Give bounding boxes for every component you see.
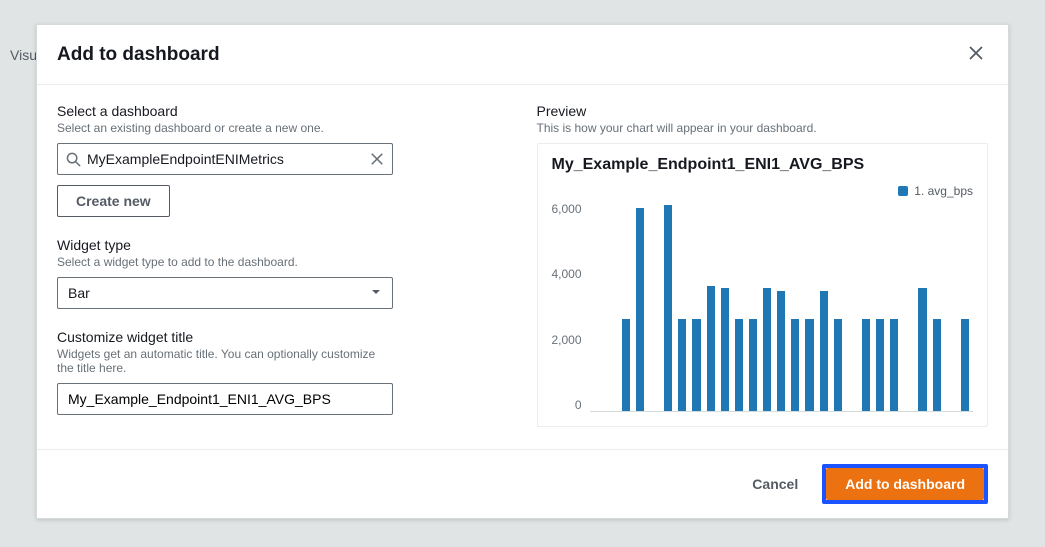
chart-bar (707, 286, 715, 411)
chart-legend: 1. avg_bps (552, 184, 974, 198)
search-icon (66, 152, 81, 167)
chart-bar (692, 319, 700, 411)
chart-bar (933, 319, 941, 411)
legend-swatch (898, 186, 908, 196)
chart-title: My_Example_Endpoint1_ENI1_AVG_BPS (552, 156, 974, 174)
select-dashboard-label: Select a dashboard (57, 103, 393, 119)
modal-title: Add to dashboard (57, 44, 220, 66)
add-to-dashboard-modal: Add to dashboard Select a dashboard Sele… (36, 24, 1009, 519)
preview-panel: My_Example_Endpoint1_ENI1_AVG_BPS 1. avg… (537, 143, 989, 427)
chart-bar (622, 319, 630, 411)
widget-type-value: Bar (68, 285, 370, 301)
preview-label: Preview (537, 103, 989, 119)
chart-bar (735, 319, 743, 411)
chart-bar (918, 288, 926, 411)
chart-bar (834, 319, 842, 411)
chart-bar (820, 291, 828, 411)
create-new-button[interactable]: Create new (57, 185, 170, 217)
widget-type-label: Widget type (57, 237, 393, 253)
y-tick: 0 (575, 398, 582, 412)
primary-highlight: Add to dashboard (822, 464, 988, 504)
chart-bar (763, 288, 771, 411)
chart-bar (961, 319, 969, 411)
widget-title-input[interactable] (57, 383, 393, 415)
chart-bar (636, 208, 644, 411)
chart-bar (721, 288, 729, 411)
modal-footer: Cancel Add to dashboard (37, 449, 1008, 518)
preview-desc: This is how your chart will appear in yo… (537, 121, 989, 135)
backdrop-text: Visu (10, 47, 37, 63)
chart-bar (678, 319, 686, 411)
legend-label: 1. avg_bps (914, 184, 973, 198)
add-to-dashboard-button[interactable]: Add to dashboard (826, 468, 984, 500)
chart-bar (805, 319, 813, 411)
chart-bar (664, 205, 672, 411)
bars-wrap (590, 202, 973, 412)
chart-bar (791, 319, 799, 411)
chart-bars (590, 202, 973, 411)
chart-bar (749, 319, 757, 411)
cancel-button[interactable]: Cancel (742, 470, 808, 498)
widget-type-select[interactable]: Bar (57, 277, 393, 309)
customize-title-desc: Widgets get an automatic title. You can … (57, 347, 393, 375)
chart-bar (777, 291, 785, 411)
chevron-down-icon (370, 285, 382, 301)
close-button[interactable] (964, 41, 988, 68)
chart-bar (876, 319, 884, 411)
y-axis: 6,000 4,000 2,000 0 (552, 202, 590, 412)
select-dashboard-desc: Select an existing dashboard or create a… (57, 121, 393, 135)
y-tick: 4,000 (552, 267, 582, 281)
dashboard-search-wrap[interactable] (57, 143, 393, 175)
close-icon (968, 45, 984, 64)
y-tick: 2,000 (552, 333, 582, 347)
customize-title-label: Customize widget title (57, 329, 393, 345)
modal-header: Add to dashboard (37, 25, 1008, 85)
clear-icon[interactable] (370, 152, 384, 166)
chart-bar (862, 319, 870, 411)
y-tick: 6,000 (552, 202, 582, 216)
chart-bar (890, 319, 898, 411)
widget-type-desc: Select a widget type to add to the dashb… (57, 255, 393, 269)
dashboard-search-input[interactable] (87, 144, 370, 174)
chart-area: 6,000 4,000 2,000 0 (552, 202, 974, 412)
